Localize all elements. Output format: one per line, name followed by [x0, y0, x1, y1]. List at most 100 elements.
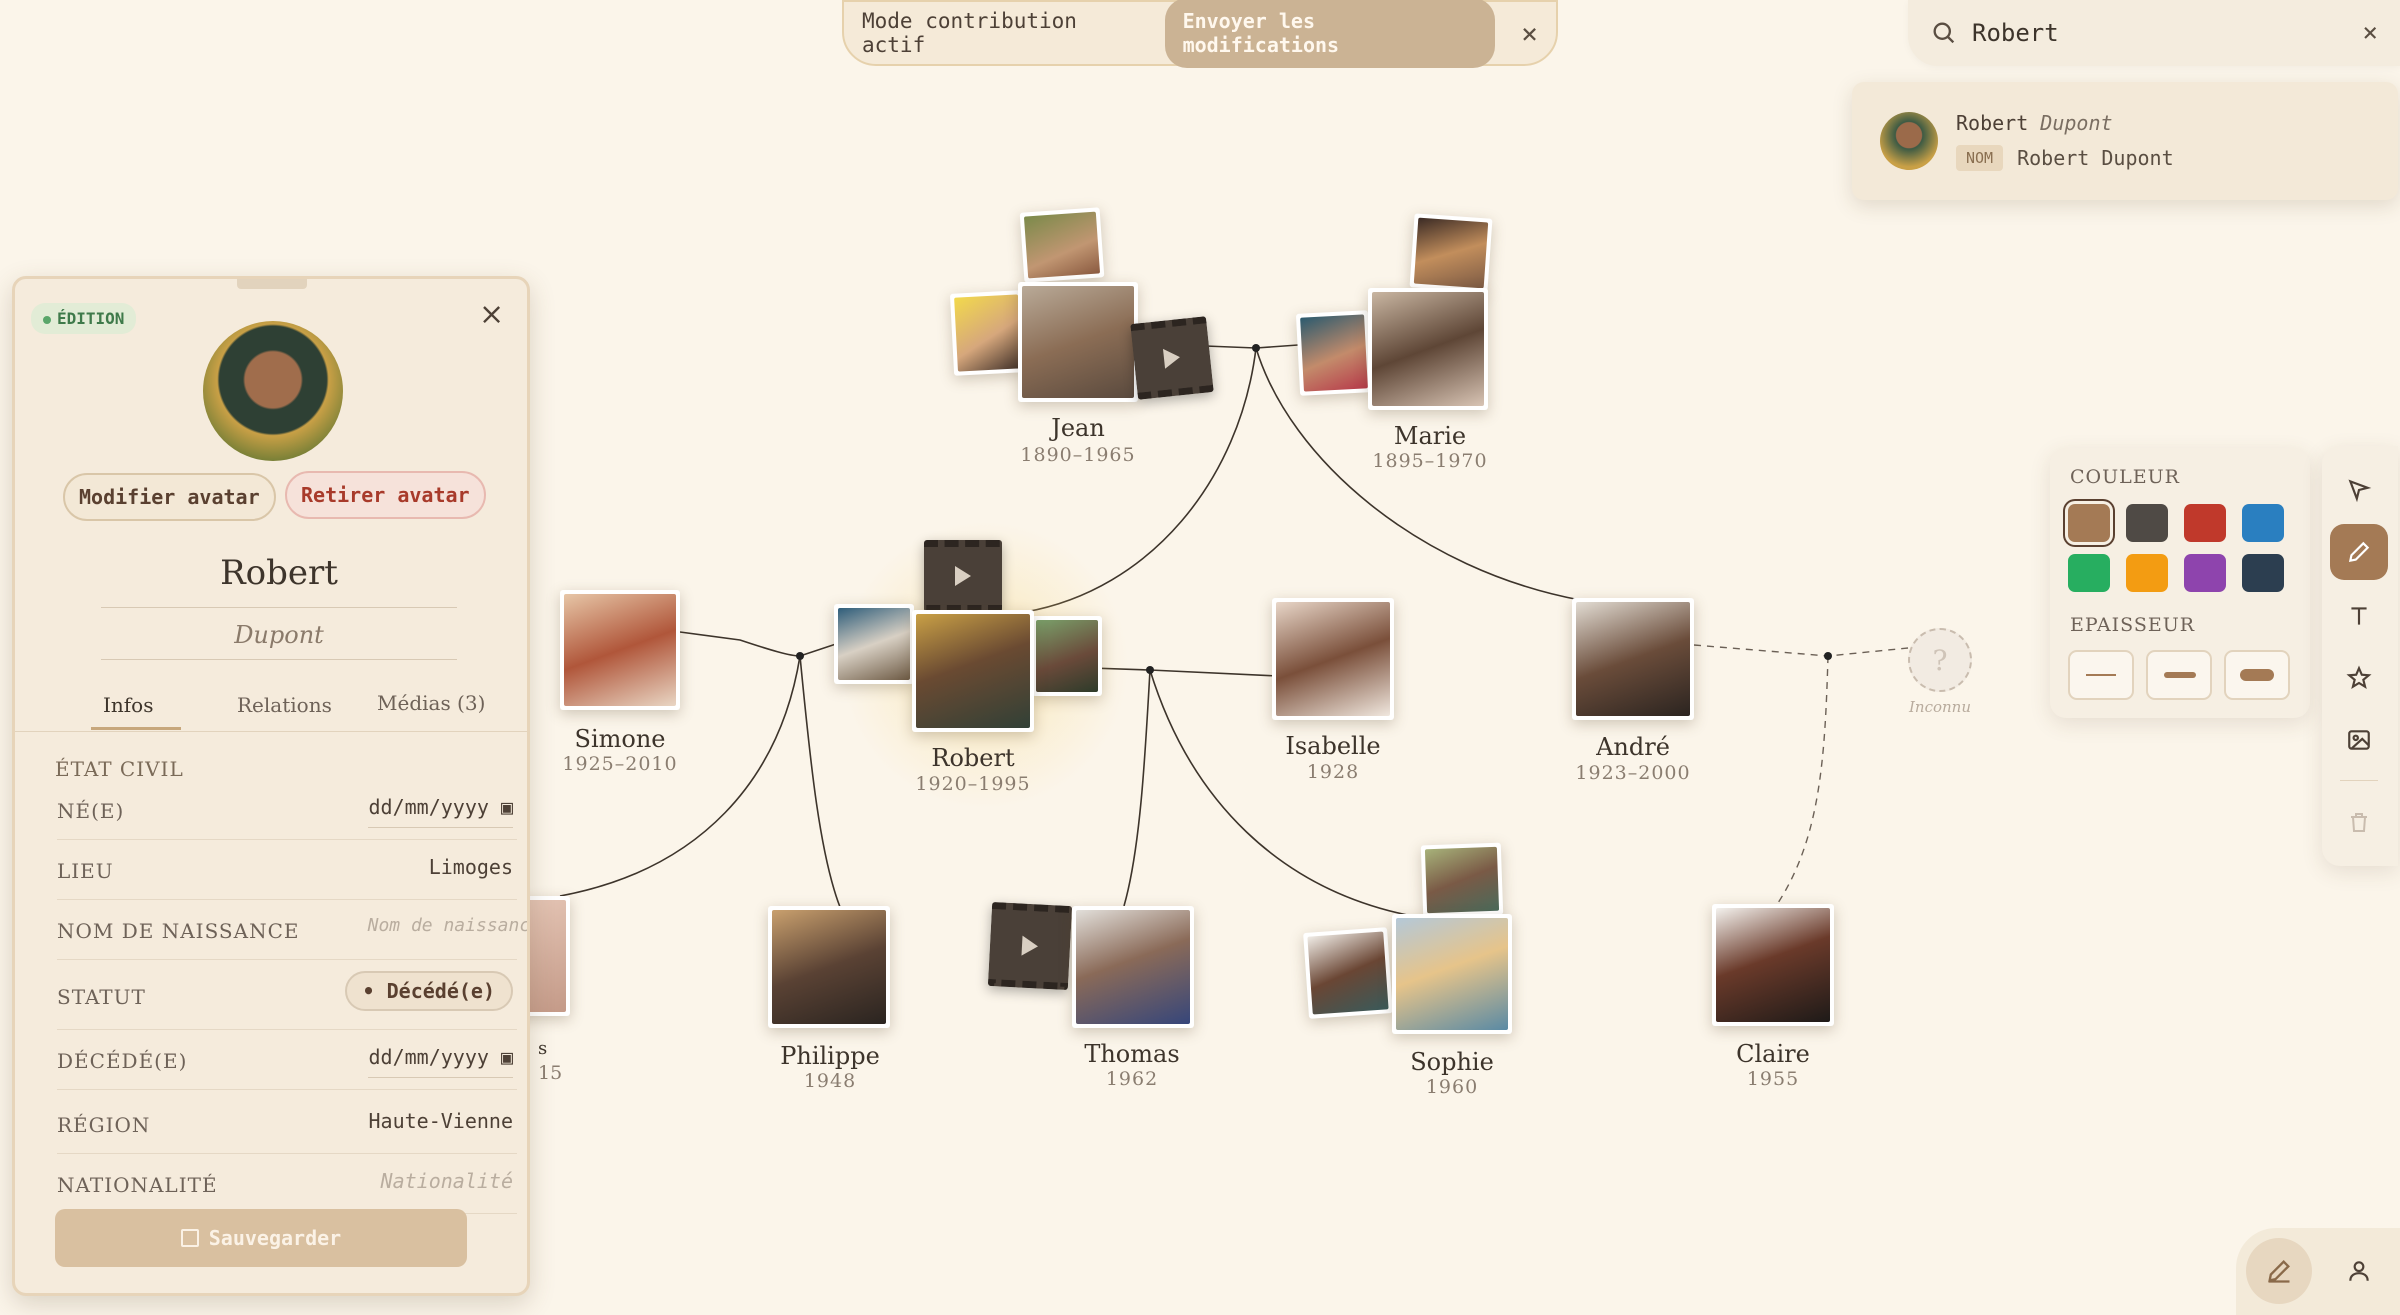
person-name: Marie [1393, 422, 1467, 450]
contribution-label: Mode contribution actif [862, 9, 1077, 57]
video-thumbnail[interactable] [924, 540, 1002, 612]
person-photo-andre[interactable] [1572, 598, 1694, 720]
media-thumbnail[interactable] [1409, 213, 1493, 293]
person-photo-claire[interactable] [1712, 904, 1834, 1026]
edit-mode-badge: ÉDITION [31, 303, 137, 334]
person-photo-isabelle[interactable] [1272, 598, 1394, 720]
search-bar: Robert × [1908, 0, 2400, 66]
person-photo-jean[interactable] [1018, 282, 1138, 402]
death-date-input[interactable]: dd/mm/yyyy ▣ [368, 1045, 513, 1078]
person-photo-sophie[interactable] [1392, 914, 1512, 1034]
person-dates: 1895–1970 [1372, 450, 1488, 472]
field-row-place: LIEU Limoges [57, 839, 517, 900]
person-name: Robert [931, 744, 1015, 772]
person-edit-panel: ÉDITION × Modifier avatar Retirer avatar… [12, 276, 530, 1296]
send-changes-button[interactable]: Envoyer les modifications [1164, 0, 1496, 68]
select-tool[interactable] [2330, 462, 2388, 518]
person-photo-philippe[interactable] [768, 906, 890, 1028]
media-thumbnail[interactable] [1420, 842, 1504, 918]
tab-infos[interactable]: Infos [103, 693, 154, 717]
field-row-nationality: NATIONALITÉ Nationalité [57, 1153, 517, 1214]
color-swatch-green[interactable] [2068, 554, 2110, 592]
field-row-region: RÉGION Haute-Vienne [57, 1093, 517, 1154]
video-thumbnail[interactable] [987, 901, 1073, 991]
media-thumbnail[interactable] [1032, 616, 1102, 696]
star-icon [2346, 665, 2372, 689]
tabs-divider [15, 731, 527, 732]
save-button[interactable]: Sauvegarder [55, 1209, 467, 1267]
style-panel: COULEUR EPAISSEUR [2050, 448, 2310, 718]
field-row-birth: NÉ(E) dd/mm/yyyy ▣ [57, 779, 517, 840]
person-photo-robert[interactable] [912, 610, 1034, 732]
person-photo-marie[interactable] [1368, 288, 1488, 410]
result-full-name: Robert Dupont [2017, 146, 2174, 170]
birth-date-input[interactable]: dd/mm/yyyy ▣ [368, 795, 513, 828]
birth-name-input[interactable]: Nom de naissance [368, 915, 527, 936]
draw-tool[interactable] [2330, 524, 2388, 580]
field-row-birth-name: NOM DE NAISSANCE Nom de naissance [57, 899, 527, 960]
calendar-icon[interactable]: ▣ [501, 795, 513, 819]
clear-search-icon[interactable]: × [2362, 18, 2378, 48]
person-name: Isabelle [1285, 732, 1381, 760]
person-name: Philippe [780, 1042, 880, 1070]
field-label: LIEU [57, 859, 114, 883]
tab-medias[interactable]: Médias (3) [377, 691, 485, 715]
mode-switcher [2236, 1228, 2400, 1315]
sticker-tool[interactable] [2330, 650, 2388, 706]
play-icon [1162, 347, 1182, 369]
media-thumbnail[interactable] [834, 604, 914, 684]
status-toggle[interactable]: • Décédé(e) [344, 971, 513, 1011]
person-photo-simone[interactable] [560, 590, 680, 710]
thickness-thin[interactable] [2068, 650, 2134, 700]
media-thumbnail[interactable] [949, 290, 1027, 376]
result-first-name: Robert [1956, 111, 2029, 135]
person-dates-partial: 15 [538, 1062, 563, 1084]
field-label: NÉ(E) [57, 799, 125, 823]
section-title: ÉTAT CIVIL [55, 757, 184, 781]
thickness-thick[interactable] [2224, 650, 2290, 700]
person-photo-thomas[interactable] [1072, 906, 1194, 1028]
thickness-medium[interactable] [2146, 650, 2212, 700]
toolbar [2322, 446, 2398, 866]
birth-place-input[interactable]: Limoges [429, 855, 513, 879]
search-input[interactable]: Robert [1972, 19, 2362, 47]
user-icon [2349, 1261, 2369, 1281]
profile-button[interactable] [2336, 1248, 2382, 1294]
close-panel-icon[interactable]: × [479, 297, 504, 332]
person-name: Sophie [1410, 1048, 1494, 1076]
unknown-symbol: ? [1932, 643, 1948, 677]
field-row-death: DÉCÉDÉ(E) dd/mm/yyyy ▣ [57, 1029, 517, 1090]
color-swatch-navy[interactable] [2242, 554, 2284, 592]
color-swatch-blue[interactable] [2242, 504, 2284, 542]
media-thumbnail[interactable] [1303, 927, 1393, 1019]
change-avatar-button[interactable]: Modifier avatar [63, 473, 276, 521]
color-swatch-gray[interactable] [2126, 504, 2168, 542]
color-swatch-purple[interactable] [2184, 554, 2226, 592]
last-name-field[interactable]: Dupont [101, 621, 457, 660]
color-swatch-orange[interactable] [2126, 554, 2168, 592]
color-swatch-red[interactable] [2184, 504, 2226, 542]
search-result-item[interactable]: Robert Dupont NOM Robert Dupont [1852, 82, 2398, 200]
image-tool[interactable] [2330, 712, 2388, 768]
close-icon[interactable]: × [1521, 17, 1538, 50]
drag-handle[interactable] [237, 279, 307, 289]
edit-mode-button[interactable] [2246, 1238, 2312, 1304]
unknown-person-node[interactable]: ? [1908, 628, 1972, 692]
field-label: NOM DE NAISSANCE [57, 919, 300, 943]
color-swatch-brown[interactable] [2068, 504, 2110, 542]
calendar-icon[interactable]: ▣ [501, 1045, 513, 1069]
image-icon [2348, 730, 2370, 750]
media-thumbnail[interactable] [1019, 207, 1105, 283]
first-name-field[interactable]: Robert [101, 553, 457, 608]
region-input[interactable]: Haute-Vienne [369, 1109, 514, 1133]
video-thumbnail[interactable] [1130, 316, 1214, 400]
tab-relations[interactable]: Relations [237, 693, 332, 717]
remove-avatar-button[interactable]: Retirer avatar [285, 471, 486, 519]
person-name: André [1596, 733, 1670, 761]
field-row-status: STATUT • Décédé(e) [57, 959, 517, 1030]
text-tool[interactable] [2330, 588, 2388, 644]
media-thumbnail[interactable] [1295, 310, 1373, 396]
person-name: Thomas [1084, 1040, 1180, 1068]
nationality-input[interactable]: Nationalité [381, 1169, 513, 1193]
delete-tool[interactable] [2330, 794, 2388, 850]
